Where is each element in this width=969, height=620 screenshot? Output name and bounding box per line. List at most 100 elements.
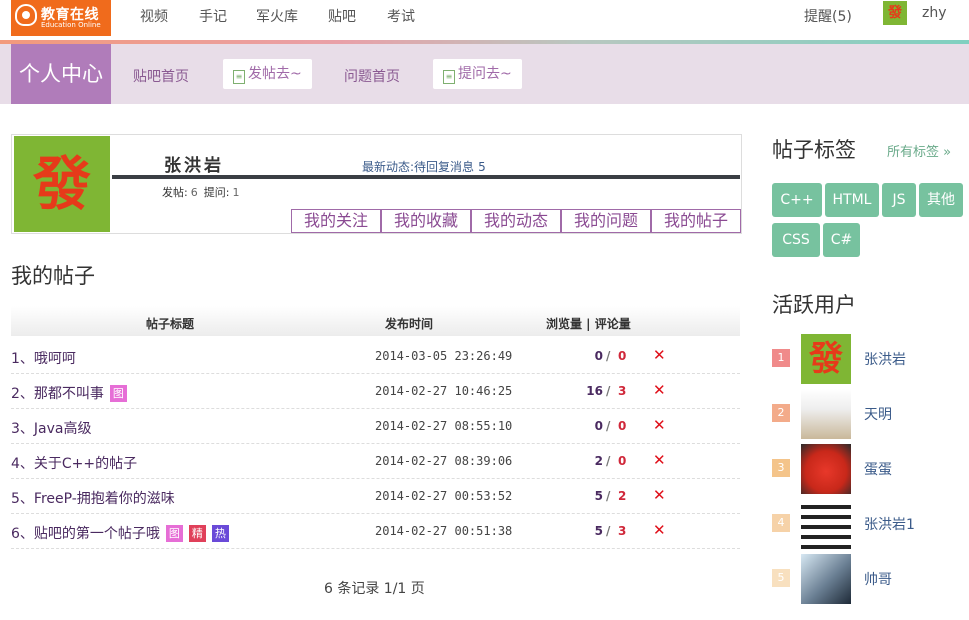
ask-button[interactable]: ≡ 提问去~ xyxy=(433,59,522,89)
pager-info: 6 条记录 1/1 页 xyxy=(324,581,425,597)
rank-badge: 1 xyxy=(772,349,790,367)
post-badge: 图 xyxy=(165,525,183,542)
profile-divider xyxy=(112,175,740,179)
post-icon: ≡ xyxy=(233,70,245,84)
user-avatar[interactable]: 發 xyxy=(883,1,907,25)
post-button-label: 发帖去~ xyxy=(248,66,302,82)
post-views: 5 xyxy=(594,524,603,538)
questions-count: 1 xyxy=(232,186,240,199)
post-title-link[interactable]: 5、FreeP-拥抱着你的滋味 xyxy=(11,488,175,508)
latest-activity[interactable]: 最新动态:待回复消息 5 xyxy=(362,158,486,175)
rank-badge: 4 xyxy=(772,514,790,532)
post-badge: 热 xyxy=(211,525,229,542)
post-title: 2、那都不叫事 xyxy=(11,386,104,402)
post-time: 2014-02-27 08:55:10 xyxy=(375,419,513,433)
post-button[interactable]: ≡ 发帖去~ xyxy=(223,59,312,89)
delete-icon[interactable]: ✕ xyxy=(653,346,666,364)
user-avatar-image[interactable]: 發 xyxy=(801,334,851,384)
post-title: 6、贴吧的第一个帖子哦 xyxy=(11,526,160,542)
post-views: 16 xyxy=(586,384,603,398)
user-avatar-image[interactable] xyxy=(801,499,851,549)
question-home-link[interactable]: 问题首页 xyxy=(344,66,400,86)
latest-count: 5 xyxy=(478,160,486,174)
latest-label: 最新动态: xyxy=(362,160,415,174)
site-logo[interactable]: 教育在线 Education Online xyxy=(11,0,111,36)
tag-other[interactable]: 其他 xyxy=(919,183,963,217)
table-row: 4、关于C++的帖子 2014-02-27 08:39:06 2/ 0 ✕ xyxy=(11,443,740,479)
ask-button-label: 提问去~ xyxy=(458,66,512,82)
post-title-link[interactable]: 4、关于C++的帖子 xyxy=(11,453,137,473)
post-time: 2014-02-27 00:53:52 xyxy=(375,489,513,503)
rank-badge: 2 xyxy=(772,404,790,422)
table-row: 6、贴吧的第一个帖子哦图精热 2014-02-27 00:51:38 5/ 3 ✕ xyxy=(11,513,740,549)
forum-home-link[interactable]: 贴吧首页 xyxy=(133,66,189,86)
notifications-link[interactable]: 提醒(5) xyxy=(804,6,852,26)
post-title-link[interactable]: 1、哦呵呵 xyxy=(11,348,76,368)
delete-icon[interactable]: ✕ xyxy=(653,416,666,434)
tag-csharp[interactable]: C# xyxy=(823,223,860,257)
delete-icon[interactable]: ✕ xyxy=(653,486,666,504)
post-title-link[interactable]: 6、贴吧的第一个帖子哦图精热 xyxy=(11,523,229,543)
active-users-title: 活跃用户 xyxy=(772,293,856,317)
active-user-name[interactable]: 张洪岩1 xyxy=(864,514,915,534)
post-views: 0 xyxy=(594,419,603,433)
tab-activity[interactable]: 我的动态 xyxy=(471,209,561,233)
post-views: 2 xyxy=(594,454,603,468)
post-title: 4、关于C++的帖子 xyxy=(11,456,138,472)
user-avatar-image[interactable] xyxy=(801,444,851,494)
table-row: 2、那都不叫事图 2014-02-27 10:46:25 16/ 3 ✕ xyxy=(11,373,740,409)
delete-icon[interactable]: ✕ xyxy=(653,451,666,469)
stats-separator: / xyxy=(606,384,611,398)
post-badge: 精 xyxy=(188,525,206,542)
stats-separator: / xyxy=(606,524,611,538)
posts-label: 发帖: xyxy=(162,186,188,199)
post-title-link[interactable]: 2、那都不叫事图 xyxy=(11,383,127,403)
delete-icon[interactable]: ✕ xyxy=(653,381,666,399)
tag-css[interactable]: CSS xyxy=(772,223,820,257)
nav-arsenal[interactable]: 军火库 xyxy=(256,6,298,26)
table-row: 3、Java高级 2014-02-27 08:55:10 0/0 ✕ xyxy=(11,408,740,444)
post-title-link[interactable]: 3、Java高级 xyxy=(11,418,91,438)
user-avatar-image[interactable] xyxy=(801,389,851,439)
all-tags-link[interactable]: 所有标签 » xyxy=(887,141,951,160)
nav-exam[interactable]: 考试 xyxy=(387,6,415,26)
post-time: 2014-02-27 08:39:06 xyxy=(375,454,513,468)
profile-stats: 发帖: 6 提问: 1 xyxy=(162,184,245,200)
tab-favorites[interactable]: 我的收藏 xyxy=(381,209,471,233)
tag-html[interactable]: HTML xyxy=(825,183,879,217)
tab-following[interactable]: 我的关注 xyxy=(291,209,381,233)
delete-icon[interactable]: ✕ xyxy=(653,521,666,539)
logo-icon xyxy=(15,4,37,26)
username-link[interactable]: zhy xyxy=(922,5,947,21)
nav-forum[interactable]: 贴吧 xyxy=(328,6,356,26)
table-row: 5、FreeP-拥抱着你的滋味 2014-02-27 00:53:52 5/ 2 ✕ xyxy=(11,478,740,514)
post-comments: 3 xyxy=(618,384,627,398)
active-user-name[interactable]: 天明 xyxy=(864,404,892,424)
post-time: 2014-02-27 00:51:38 xyxy=(375,524,513,538)
header-stats: 浏览量 | 评论量 xyxy=(546,317,631,331)
post-comments: 2 xyxy=(618,489,627,503)
header-title: 帖子标题 xyxy=(146,317,195,331)
stats-separator: / xyxy=(606,419,611,433)
user-avatar-image[interactable] xyxy=(801,554,851,604)
header-time: 发布时间 xyxy=(385,317,434,331)
active-user-name[interactable]: 蛋蛋 xyxy=(864,459,892,479)
tab-posts[interactable]: 我的帖子 xyxy=(651,209,741,233)
post-comments: 0 xyxy=(618,454,627,468)
latest-text: 待回复消息 xyxy=(414,160,475,174)
tab-questions[interactable]: 我的问题 xyxy=(561,209,651,233)
nav-video[interactable]: 视频 xyxy=(140,6,168,26)
profile-avatar: 發 xyxy=(14,136,110,232)
tag-cpp[interactable]: C++ xyxy=(772,183,822,217)
ask-icon: ≡ xyxy=(443,70,455,84)
active-user-name[interactable]: 张洪岩 xyxy=(864,349,906,369)
post-title: 5、FreeP-拥抱着你的滋味 xyxy=(11,491,175,507)
logo-subtitle: Education Online xyxy=(41,21,101,29)
nav-notes[interactable]: 手记 xyxy=(199,6,227,26)
post-comments: 0 xyxy=(618,349,627,363)
my-posts-title: 我的帖子 xyxy=(11,264,95,288)
active-user-name[interactable]: 帅哥 xyxy=(864,569,892,589)
stats-separator: / xyxy=(606,489,611,503)
post-title: 3、Java高级 xyxy=(11,421,92,437)
tag-js[interactable]: JS xyxy=(882,183,916,217)
